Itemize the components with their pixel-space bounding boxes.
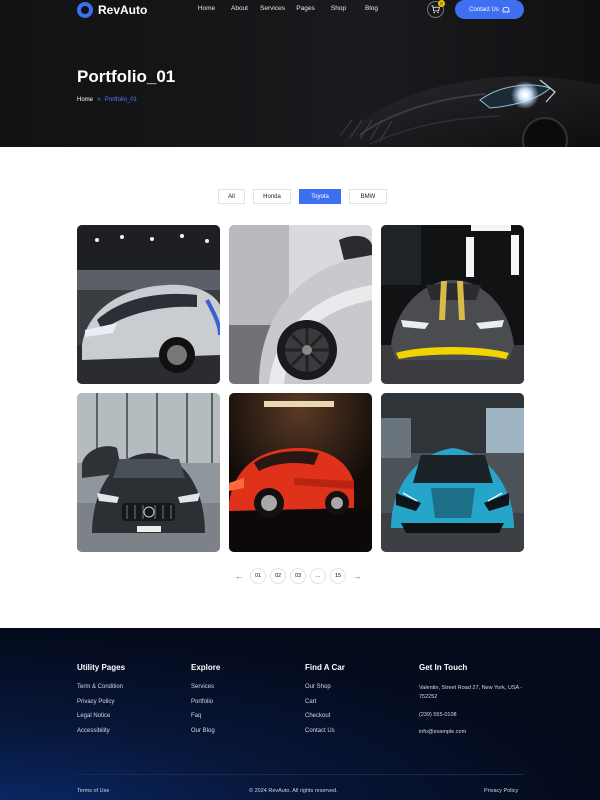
footer-link-our-shop[interactable]: Our Shop bbox=[305, 684, 345, 690]
page-link-01[interactable]: 01 bbox=[250, 568, 266, 584]
footer-link-faq[interactable]: Faq bbox=[191, 713, 220, 719]
gallery-item[interactable] bbox=[229, 393, 372, 552]
site-footer: Utility Pages Term & Condition Privacy P… bbox=[0, 628, 600, 800]
next-page-arrow-icon[interactable]: → bbox=[350, 568, 364, 584]
hero-car-image bbox=[339, 76, 600, 147]
footer-link-contact-us[interactable]: Contact Us bbox=[305, 728, 345, 734]
footer-link-terms-condition[interactable]: Term & Condition bbox=[77, 684, 125, 690]
filter-all[interactable]: All bbox=[218, 189, 245, 204]
footer-privacy-policy[interactable]: Privacy Policy bbox=[484, 788, 518, 794]
footer-address: Valentin, Street Road 27, New York, USA … bbox=[419, 685, 523, 700]
nav-item-pages[interactable]: Pages bbox=[289, 5, 322, 12]
footer-get-in-touch: Get In Touch Valentin, Street Road 27, N… bbox=[419, 663, 529, 746]
page-link-15[interactable]: 15 bbox=[330, 568, 346, 584]
gallery-item[interactable] bbox=[77, 225, 220, 384]
car-photo-blue-mclaren bbox=[381, 393, 524, 552]
main-menu: Home About Services Pages Shop Blog bbox=[190, 5, 388, 12]
breadcrumb: Home » Portfolio_01 bbox=[77, 96, 137, 103]
footer-email[interactable]: info@example.com bbox=[419, 728, 529, 737]
footer-link-portfolio[interactable]: Portfolio bbox=[191, 699, 220, 705]
brand-name: RevAuto bbox=[98, 3, 148, 17]
footer-link-privacy-policy[interactable]: Privacy Policy bbox=[77, 699, 125, 705]
footer-phone[interactable]: (239) 555-0108 bbox=[419, 711, 529, 720]
nav-item-home[interactable]: Home bbox=[190, 5, 223, 12]
contact-us-button[interactable]: Contact Us bbox=[455, 0, 524, 19]
brand-logo-icon bbox=[77, 2, 93, 18]
top-navigation: RevAuto Home About Services Pages Shop B… bbox=[0, 0, 600, 22]
gallery-item[interactable] bbox=[381, 225, 524, 384]
nav-item-shop[interactable]: Shop bbox=[322, 5, 355, 12]
filter-bmw[interactable]: BMW bbox=[349, 189, 387, 204]
breadcrumb-current: Portfolio_01 bbox=[104, 96, 137, 103]
footer-link-accessibility[interactable]: Accessibility bbox=[77, 728, 125, 734]
gallery-item[interactable] bbox=[381, 393, 524, 552]
portfolio-filters: All Honda Toyota BMW bbox=[218, 189, 387, 204]
filter-toyota[interactable]: Toyota bbox=[299, 189, 341, 204]
footer-heading: Explore bbox=[191, 663, 221, 672]
footer-link-checkout[interactable]: Checkout bbox=[305, 713, 345, 719]
footer-link-cart[interactable]: Cart bbox=[305, 699, 345, 705]
portfolio-gallery bbox=[77, 225, 524, 552]
car-icon bbox=[502, 7, 510, 13]
footer-explore: Explore Services Portfolio Faq Our Blog bbox=[191, 663, 220, 742]
footer-divider bbox=[77, 774, 524, 775]
car-photo-grey-yellow-supercar bbox=[381, 225, 524, 384]
footer-heading: Get In Touch bbox=[419, 663, 468, 672]
breadcrumb-home[interactable]: Home bbox=[77, 97, 93, 103]
footer-link-services[interactable]: Services bbox=[191, 684, 220, 690]
page-title: Portfolio_01 bbox=[77, 67, 176, 86]
car-photo-silver-wheel bbox=[229, 225, 372, 384]
brand-logo[interactable]: RevAuto bbox=[77, 0, 147, 20]
footer-copyright: © 2024 RevAuto. All rights reserved. bbox=[249, 788, 338, 794]
hero-banner: RevAuto Home About Services Pages Shop B… bbox=[0, 0, 600, 147]
gallery-item[interactable] bbox=[229, 225, 372, 384]
nav-item-blog[interactable]: Blog bbox=[355, 5, 388, 12]
footer-terms-of-use[interactable]: Terms of Use bbox=[77, 788, 109, 794]
car-photo-red-ferrari bbox=[229, 393, 372, 552]
footer-find-a-car: Find A Car Our Shop Cart Checkout Contac… bbox=[305, 663, 345, 742]
cart-button[interactable]: 0 bbox=[427, 0, 445, 18]
filter-honda[interactable]: Honda bbox=[253, 189, 291, 204]
nav-item-about[interactable]: About bbox=[223, 5, 256, 12]
cart-count-badge: 0 bbox=[438, 0, 445, 7]
contact-us-label: Contact Us bbox=[469, 6, 499, 13]
page-ellipsis: ... bbox=[310, 568, 326, 584]
footer-link-legal-notice[interactable]: Legal Notice bbox=[77, 713, 125, 719]
car-photo-silver-supercar bbox=[77, 225, 220, 384]
footer-heading: Find A Car bbox=[305, 663, 345, 672]
gallery-item[interactable] bbox=[77, 393, 220, 552]
prev-page-arrow-icon[interactable]: ← bbox=[232, 568, 246, 584]
nav-item-services[interactable]: Services bbox=[256, 5, 289, 12]
pagination: ← 01 02 03 ... 15 → bbox=[232, 568, 364, 584]
footer-heading: Utility Pages bbox=[77, 663, 126, 672]
footer-utility-pages: Utility Pages Term & Condition Privacy P… bbox=[77, 663, 125, 742]
page-link-02[interactable]: 02 bbox=[270, 568, 286, 584]
footer-link-our-blog[interactable]: Our Blog bbox=[191, 728, 220, 734]
car-photo-black-mercedes bbox=[77, 393, 220, 552]
double-chevron-right-icon: » bbox=[97, 96, 101, 103]
page-link-03[interactable]: 03 bbox=[290, 568, 306, 584]
